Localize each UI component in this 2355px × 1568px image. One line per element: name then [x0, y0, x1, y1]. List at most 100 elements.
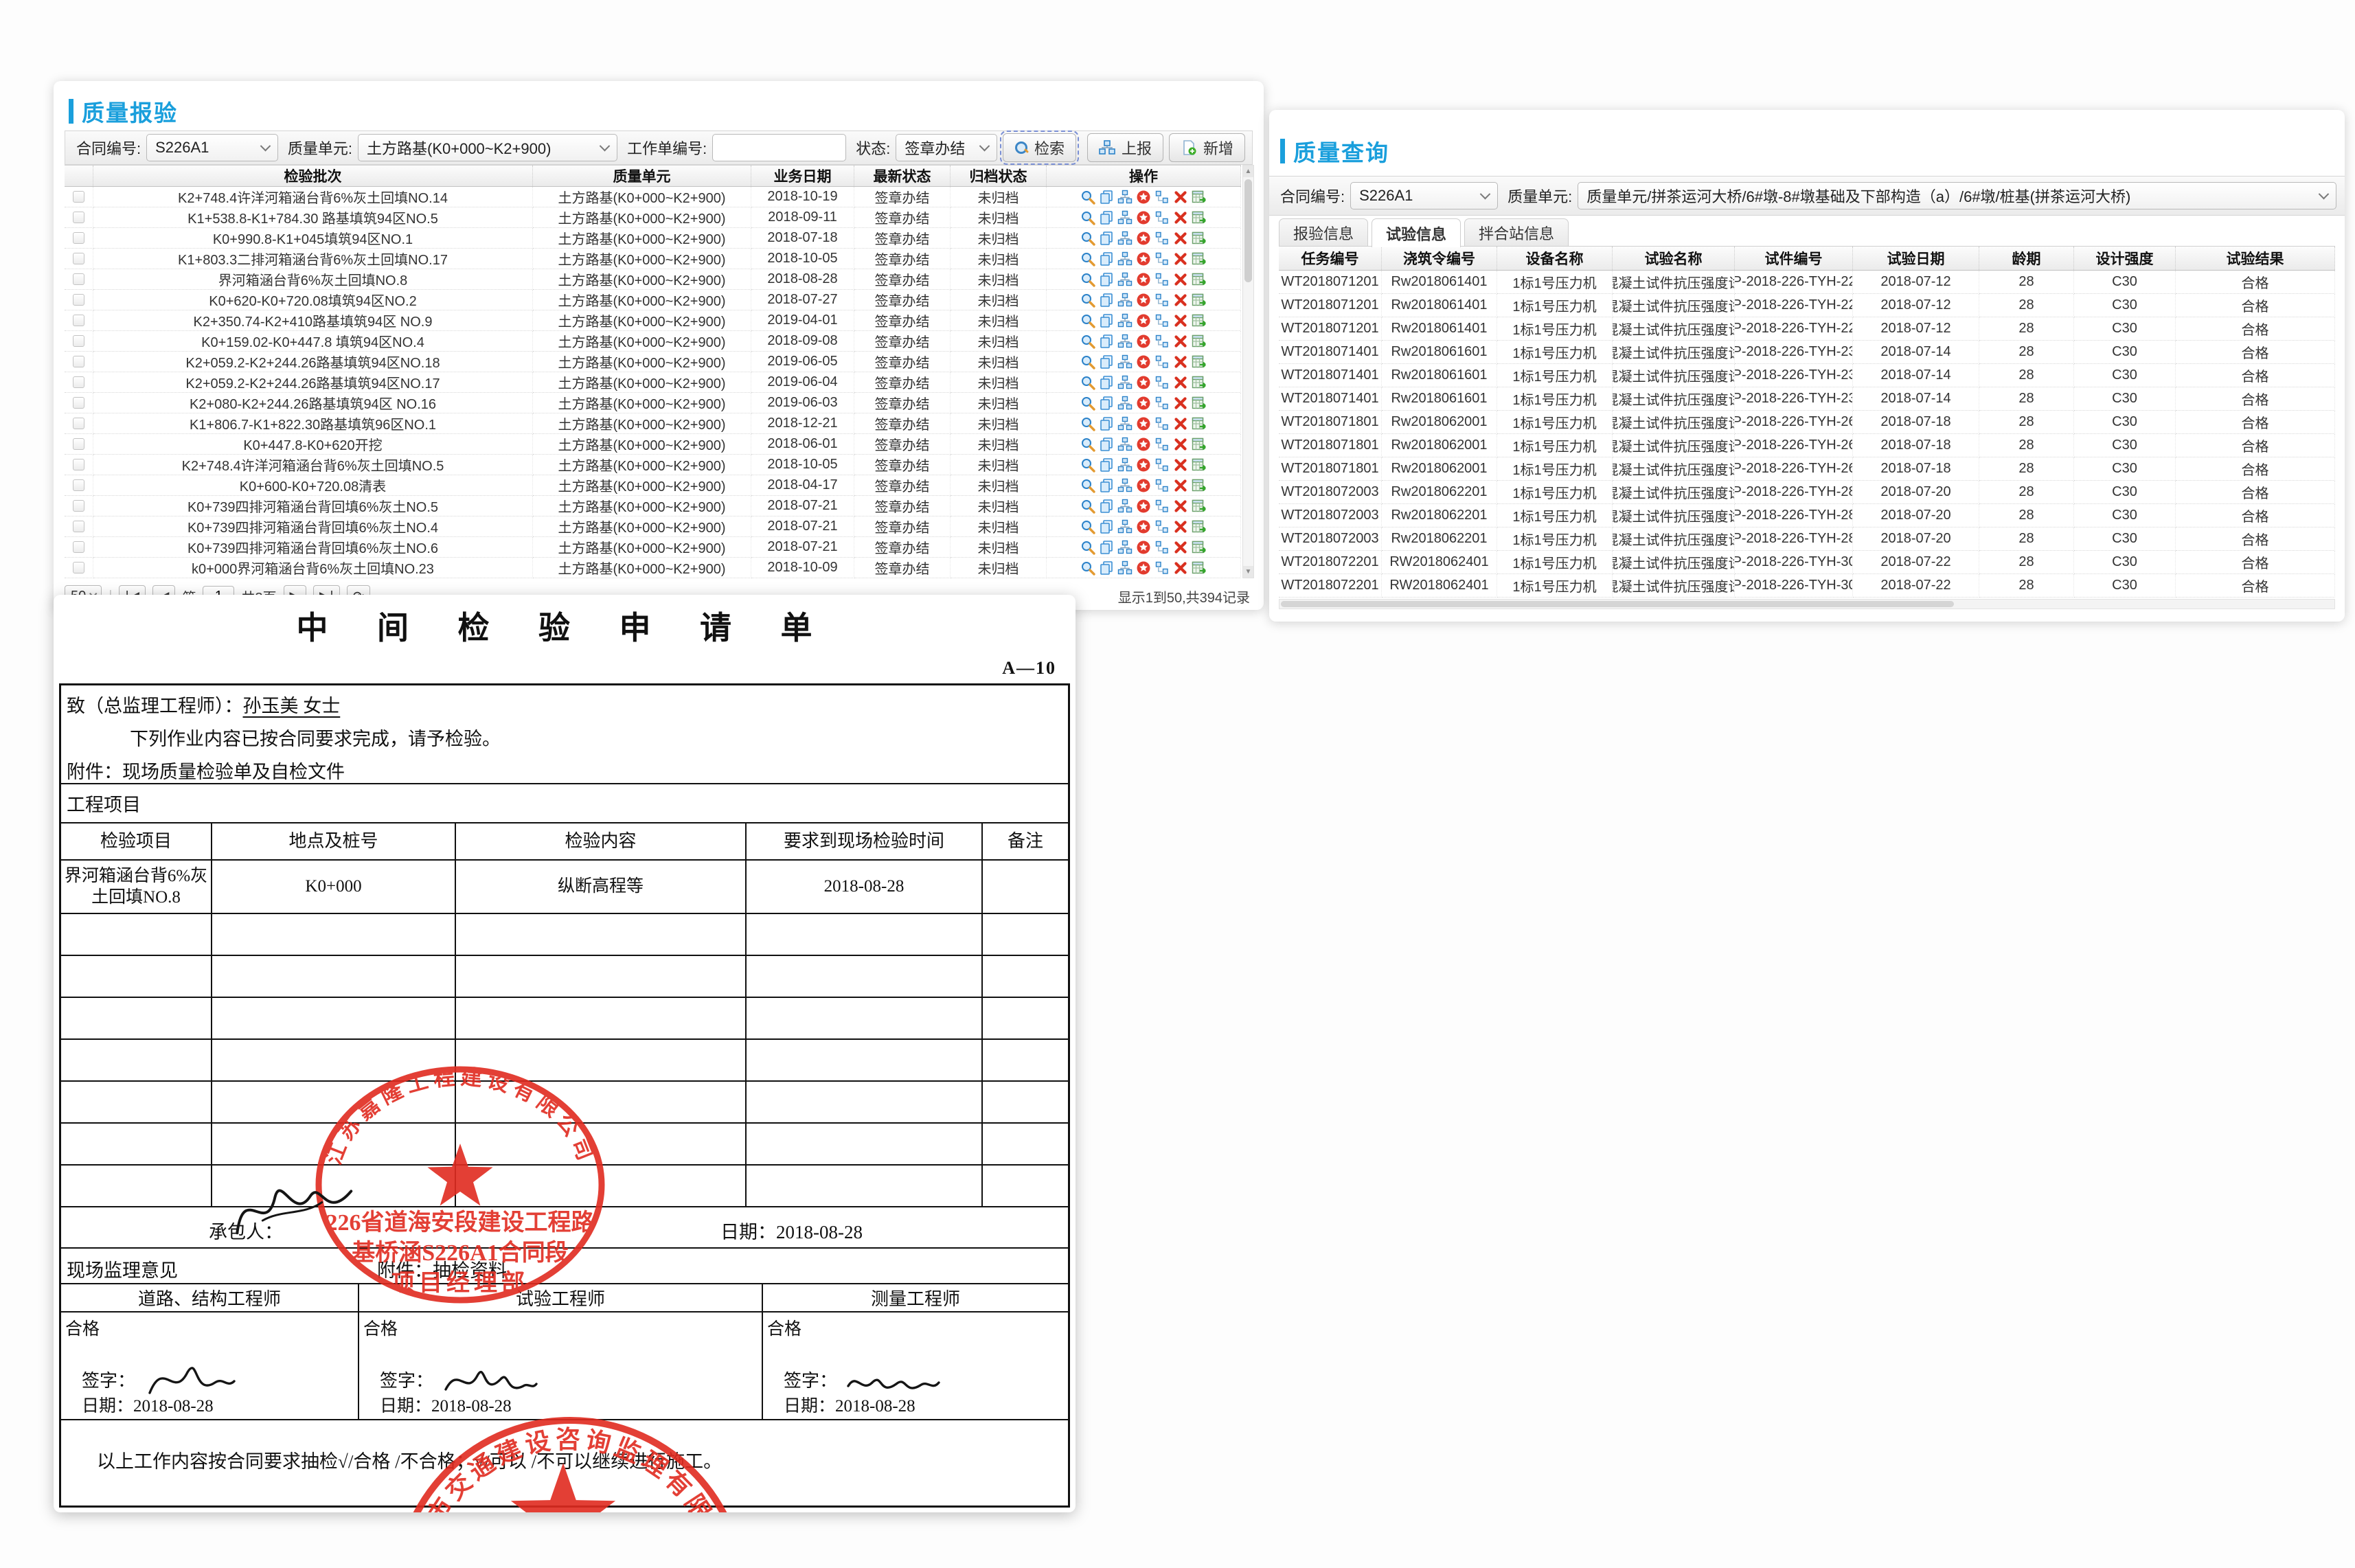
- table-row[interactable]: WT2018071201 Rw2018061401 1标1号压力机 混凝土试件抗…: [1279, 294, 2335, 317]
- submit-flow-icon[interactable]: [1117, 437, 1133, 452]
- table-row[interactable]: K2+059.2-K2+244.26路基填筑94区NO.18 土方路基(K0+0…: [65, 352, 1241, 372]
- view-icon[interactable]: [1080, 272, 1095, 287]
- table-row[interactable]: K0+447.8-K0+620开挖 土方路基(K0+000~K2+900) 20…: [65, 434, 1241, 455]
- delete-icon[interactable]: [1173, 519, 1188, 534]
- export-icon[interactable]: [1192, 478, 1207, 493]
- copy-icon[interactable]: [1099, 334, 1114, 349]
- view-icon[interactable]: [1080, 313, 1095, 328]
- revoke-icon[interactable]: [1136, 251, 1151, 266]
- view-icon[interactable]: [1080, 416, 1095, 431]
- revoke-icon[interactable]: [1136, 416, 1151, 431]
- table-row[interactable]: K0+739四排河箱涵台背回填6%灰土NO.4 土方路基(K0+000~K2+9…: [65, 516, 1241, 537]
- row-checkbox[interactable]: [73, 253, 84, 264]
- export-icon[interactable]: [1192, 313, 1207, 328]
- revoke-icon[interactable]: [1136, 231, 1151, 246]
- export-icon[interactable]: [1192, 231, 1207, 246]
- copy-icon[interactable]: [1099, 396, 1114, 411]
- flow-icon[interactable]: [1154, 293, 1170, 308]
- view-icon[interactable]: [1080, 478, 1095, 493]
- flow-icon[interactable]: [1154, 190, 1170, 205]
- table-row[interactable]: WT2018071401 Rw2018061601 1标1号压力机 混凝土试件抗…: [1279, 387, 2335, 411]
- view-icon[interactable]: [1080, 251, 1095, 266]
- export-icon[interactable]: [1192, 210, 1207, 225]
- delete-icon[interactable]: [1173, 416, 1188, 431]
- delete-icon[interactable]: [1173, 231, 1188, 246]
- table-row[interactable]: K2+748.4许洋河箱涵台背6%灰土回填NO.5 土方路基(K0+000~K2…: [65, 455, 1241, 475]
- revoke-icon[interactable]: [1136, 540, 1151, 555]
- flow-icon[interactable]: [1154, 478, 1170, 493]
- submit-flow-icon[interactable]: [1117, 540, 1133, 555]
- revoke-icon[interactable]: [1136, 272, 1151, 287]
- table-row[interactable]: WT2018071801 Rw2018062001 1标1号压力机 混凝土试件抗…: [1279, 434, 2335, 457]
- table-row[interactable]: K0+739四排河箱涵台背回填6%灰土NO.5 土方路基(K0+000~K2+9…: [65, 496, 1241, 516]
- export-icon[interactable]: [1192, 354, 1207, 370]
- copy-icon[interactable]: [1099, 437, 1114, 452]
- row-checkbox[interactable]: [73, 294, 84, 306]
- copy-icon[interactable]: [1099, 272, 1114, 287]
- revoke-icon[interactable]: [1136, 293, 1151, 308]
- vertical-scrollbar[interactable]: ▲ ▼: [1242, 165, 1254, 578]
- view-icon[interactable]: [1080, 499, 1095, 514]
- copy-icon[interactable]: [1099, 478, 1114, 493]
- row-checkbox[interactable]: [73, 459, 84, 470]
- delete-icon[interactable]: [1173, 499, 1188, 514]
- flow-icon[interactable]: [1154, 519, 1170, 534]
- table-row[interactable]: K2+748.4许洋河箱涵台背6%灰土回填NO.14 土方路基(K0+000~K…: [65, 187, 1241, 207]
- table-row[interactable]: WT2018072201 RW2018062401 1标1号压力机 混凝土试件抗…: [1279, 551, 2335, 574]
- revoke-icon[interactable]: [1136, 560, 1151, 576]
- copy-icon[interactable]: [1099, 293, 1114, 308]
- contract-select[interactable]: S226A1: [146, 134, 278, 161]
- table-row[interactable]: WT2018072003 Rw2018062201 1标1号压力机 混凝土试件抗…: [1279, 504, 2335, 527]
- flow-icon[interactable]: [1154, 540, 1170, 555]
- tab-test-info[interactable]: 试验信息: [1372, 218, 1461, 247]
- delete-icon[interactable]: [1173, 437, 1188, 452]
- delete-icon[interactable]: [1173, 313, 1188, 328]
- row-checkbox[interactable]: [73, 418, 84, 429]
- view-icon[interactable]: [1080, 375, 1095, 390]
- flow-icon[interactable]: [1154, 499, 1170, 514]
- submit-flow-icon[interactable]: [1117, 519, 1133, 534]
- row-checkbox[interactable]: [73, 397, 84, 409]
- table-row[interactable]: K2+059.2-K2+244.26路基填筑94区NO.17 土方路基(K0+0…: [65, 372, 1241, 393]
- delete-icon[interactable]: [1173, 190, 1188, 205]
- row-checkbox[interactable]: [73, 479, 84, 491]
- flow-icon[interactable]: [1154, 437, 1170, 452]
- submit-flow-icon[interactable]: [1117, 293, 1133, 308]
- flow-icon[interactable]: [1154, 313, 1170, 328]
- delete-icon[interactable]: [1173, 251, 1188, 266]
- view-icon[interactable]: [1080, 231, 1095, 246]
- submit-flow-icon[interactable]: [1117, 396, 1133, 411]
- row-checkbox[interactable]: [73, 376, 84, 388]
- table-row[interactable]: WT2018071801 Rw2018062001 1标1号压力机 混凝土试件抗…: [1279, 411, 2335, 434]
- revoke-icon[interactable]: [1136, 457, 1151, 473]
- copy-icon[interactable]: [1099, 231, 1114, 246]
- unit-select[interactable]: 质量单元/拼茶运河大桥/6#墩-8#墩基础及下部构造（a）/6#墩/桩基(拼茶运…: [1578, 182, 2336, 209]
- delete-icon[interactable]: [1173, 375, 1188, 390]
- view-icon[interactable]: [1080, 293, 1095, 308]
- delete-icon[interactable]: [1173, 457, 1188, 473]
- table-row[interactable]: K0+990.8-K1+045填筑94区NO.1 土方路基(K0+000~K2+…: [65, 228, 1241, 249]
- revoke-icon[interactable]: [1136, 190, 1151, 205]
- table-row[interactable]: WT2018072003 Rw2018062201 1标1号压力机 混凝土试件抗…: [1279, 481, 2335, 504]
- row-checkbox[interactable]: [73, 438, 84, 450]
- row-checkbox[interactable]: [73, 335, 84, 347]
- submit-flow-icon[interactable]: [1117, 313, 1133, 328]
- row-checkbox[interactable]: [73, 212, 84, 223]
- export-icon[interactable]: [1192, 375, 1207, 390]
- table-row[interactable]: WT2018072003 Rw2018062201 1标1号压力机 混凝土试件抗…: [1279, 527, 2335, 551]
- view-icon[interactable]: [1080, 210, 1095, 225]
- table-row[interactable]: WT2018071401 Rw2018061601 1标1号压力机 混凝土试件抗…: [1279, 364, 2335, 387]
- submit-flow-icon[interactable]: [1117, 334, 1133, 349]
- flow-icon[interactable]: [1154, 251, 1170, 266]
- delete-icon[interactable]: [1173, 293, 1188, 308]
- export-icon[interactable]: [1192, 251, 1207, 266]
- submit-flow-icon[interactable]: [1117, 416, 1133, 431]
- scrollbar-thumb[interactable]: [1281, 601, 1954, 607]
- table-row[interactable]: K1+806.7-K1+822.30路基填筑96区NO.1 土方路基(K0+00…: [65, 413, 1241, 434]
- row-checkbox[interactable]: [73, 273, 84, 285]
- table-row[interactable]: WT2018071801 Rw2018062001 1标1号压力机 混凝土试件抗…: [1279, 457, 2335, 481]
- unit-select[interactable]: 土方路基(K0+000~K2+900): [358, 134, 617, 161]
- revoke-icon[interactable]: [1136, 354, 1151, 370]
- report-button[interactable]: 上报: [1087, 133, 1163, 162]
- row-checkbox[interactable]: [73, 541, 84, 553]
